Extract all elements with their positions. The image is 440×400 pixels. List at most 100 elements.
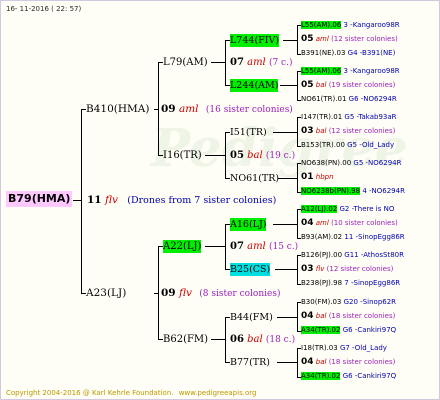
gen4-race: aml <box>315 219 329 227</box>
gen1-bottom-queen[interactable]: A23(LJ) <box>86 286 126 300</box>
gen4-note: (12 sister colonies) <box>331 35 398 43</box>
gen4-note: (12 sister colonies) <box>328 127 396 135</box>
connector <box>211 62 225 63</box>
gen2-c-drone-info: 07 aml (15 c.) <box>230 240 298 254</box>
gen4-drone-father: 7 -SinopEgg86R <box>344 279 401 287</box>
gen2-a-queen[interactable]: L79(AM) <box>163 56 208 69</box>
connector <box>297 302 298 331</box>
gen3-f-queen[interactable]: B25(CS) <box>230 263 271 276</box>
connector <box>277 317 297 318</box>
gen3-d-queen[interactable]: NO61(TR) <box>230 172 279 185</box>
gen3-g-queen[interactable]: B44(FM) <box>230 311 273 324</box>
gen4-drone-mother: B238(PJ) <box>301 279 331 287</box>
gen4-mother-line[interactable]: L55(AM).06 3 -Kangaroo98R <box>301 65 400 78</box>
gen4-race: bal <box>315 127 327 135</box>
gen4-mother-father: G5 -NO6294R <box>353 159 402 167</box>
connector <box>205 246 225 247</box>
gen4-mother-line[interactable]: I147(TR).01 G5 -Takab93aR <box>301 111 397 124</box>
gen2-d-note: (18 c.) <box>265 335 296 345</box>
gen3-b-queen[interactable]: L244(AM) <box>230 79 279 92</box>
gen4-drone-year: .02 <box>331 233 343 241</box>
gen4-drone-info: 04 bal (18 sister colonies) <box>301 310 395 323</box>
gen4-drone-mother: A34(TR) <box>301 372 330 380</box>
connector <box>225 132 226 178</box>
gen4-drone-info: 04 aml (10 sister colonies) <box>301 217 398 230</box>
gen4-mother-year: .02 <box>326 205 338 213</box>
connector <box>297 117 298 146</box>
site-link[interactable]: www.pedigreeapis.org <box>179 389 257 397</box>
connector <box>280 85 297 86</box>
gen4-drone-mother: B93(AM) <box>301 233 331 241</box>
connector <box>211 339 225 340</box>
gen2-c-note: (15 c.) <box>268 242 299 252</box>
gen4-mother-line[interactable]: I18(TR).03 G7 -Old_Lady <box>301 342 387 355</box>
gen4-race: bal <box>315 358 327 366</box>
gen2-d-race: bal <box>247 334 263 345</box>
gen1-bottom-race: flv <box>178 287 192 299</box>
gen4-mother-father: G11 -AthosSt80R <box>344 251 404 259</box>
gen4-drone-line[interactable]: B153(TR).00 G5 -Old_Lady <box>301 139 394 152</box>
gen4-year: 03 <box>301 126 314 136</box>
connector <box>278 178 297 179</box>
gen4-mother-line[interactable]: B126(PJ).00 G11 -AthosSt80R <box>301 249 404 262</box>
gen4-note: (12 sister colonies) <box>326 265 394 273</box>
connector <box>275 269 297 270</box>
gen4-race: hbpn <box>315 173 334 181</box>
gen4-drone-year: .98 <box>330 279 343 287</box>
root-queen[interactable]: B79(HMA) <box>6 191 73 207</box>
gen4-mother-line[interactable]: NO638(PN).00 G5 -NO6294R <box>301 157 401 170</box>
gen3-c-queen[interactable]: I51(TR) <box>230 126 267 139</box>
connector <box>277 362 297 363</box>
gen4-drone-year: .98 <box>348 187 361 195</box>
root-queen-name: B79(HMA) <box>8 192 71 205</box>
connector <box>297 255 298 284</box>
gen4-note: (18 sister colonies) <box>328 312 396 320</box>
connector <box>81 109 82 293</box>
gen4-race: flv <box>315 265 325 273</box>
gen4-drone-line[interactable]: NO61(TR).01 G6 -NO6294R <box>301 93 397 106</box>
gen4-mother-line[interactable]: L55(AM).06 3 -Kangaroo98R <box>301 19 400 32</box>
gen4-drone-line[interactable]: A34(TR).02 G6 -Cankiri97Q <box>301 370 396 383</box>
gen4-mother-name: L55(AM) <box>301 67 331 75</box>
date-header: 16- 11-2016 ( 22: 57) <box>6 5 82 13</box>
gen2-b-queen[interactable]: I16(TR) <box>163 149 202 162</box>
gen4-drone-line[interactable]: B238(PJ).98 7 -SinopEgg86R <box>301 277 400 290</box>
gen4-mother-father: G7 -Old_Lady <box>339 344 387 352</box>
gen3-h-queen[interactable]: B77(TR) <box>230 356 270 369</box>
gen1-top-race: aml <box>178 103 199 115</box>
gen3-a-queen[interactable]: L744(FIV) <box>230 34 280 47</box>
gen2-c-queen[interactable]: A22(LJ) <box>163 240 202 253</box>
gen4-year: 03 <box>301 264 314 274</box>
gen4-mother-year: .06 <box>330 21 342 29</box>
gen2-d-queen[interactable]: B62(FM) <box>163 333 208 346</box>
gen4-drone-year: .02 <box>329 326 341 334</box>
gen4-mother-name: B30(FM) <box>301 298 331 306</box>
gen4-drone-line[interactable]: A34(TR).02 G6 -Cankiri97Q <box>301 324 396 337</box>
connector <box>273 224 297 225</box>
gen4-race: bal <box>315 81 327 89</box>
gen4-mother-line[interactable]: A12(LJ).02 G2 -There is NO <box>301 203 394 216</box>
gen4-drone-father: 4 -NO6294R <box>362 187 405 195</box>
gen4-drone-mother: B391(NE) <box>301 49 335 57</box>
gen4-mother-line[interactable]: B30(FM).03 G20 -Sinop62R <box>301 296 396 309</box>
gen4-mother-name: I147(TR) <box>301 113 332 121</box>
gen4-drone-info: 04 bal (18 sister colonies) <box>301 356 395 369</box>
gen4-drone-year: .01 <box>335 95 347 103</box>
gen4-drone-line[interactable]: NO6238b(PN).98 4 -NO6294R <box>301 185 405 198</box>
gen4-drone-info: 01 hbpn <box>301 171 334 184</box>
gen4-mother-father: G20 -Sinop62R <box>343 298 397 306</box>
connector <box>225 40 226 85</box>
gen4-drone-line[interactable]: B93(AM).02 11 -SinopEgg86R <box>301 231 405 244</box>
gen4-drone-mother: NO61(TR) <box>301 95 336 103</box>
gen2-a-drone-info: 07 aml (7 c.) <box>230 56 292 70</box>
gen4-mother-name: I18(TR) <box>301 344 327 352</box>
root-year: 11 <box>87 194 102 206</box>
connector <box>297 163 298 192</box>
gen4-mother-year: .03 <box>330 298 342 306</box>
gen4-year: 04 <box>301 218 314 228</box>
gen4-drone-line[interactable]: B391(NE).03 G4 -B391(NE) <box>301 47 395 60</box>
connector <box>297 25 298 54</box>
gen3-e-queen[interactable]: A16(LJ) <box>230 218 267 231</box>
gen1-top-queen[interactable]: B410(HMA) <box>86 102 149 116</box>
gen4-mother-father: G5 -Takab93aR <box>344 113 397 121</box>
